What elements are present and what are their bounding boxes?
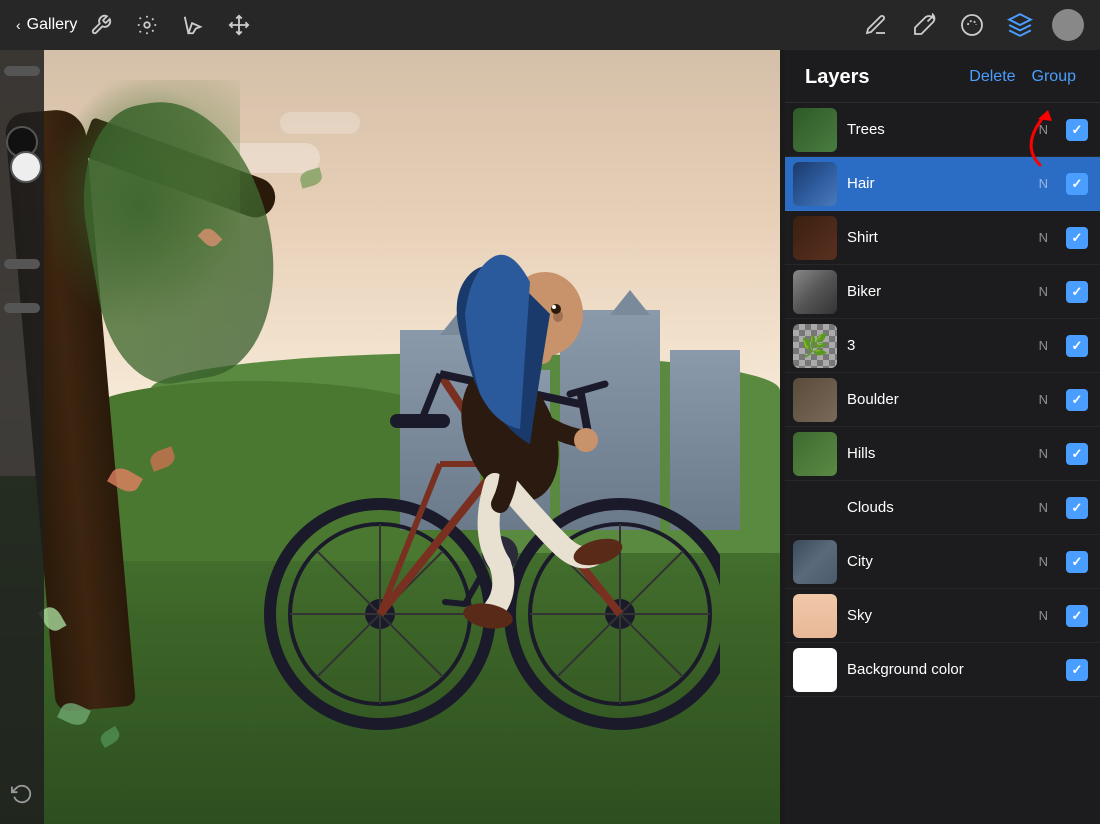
layer-thumb-three: 🌿 [793,324,837,368]
layer-name-trees: Trees [847,121,1029,138]
layer-name-hair: Hair [847,175,1029,192]
layer-row-bg[interactable]: Background color [785,643,1100,697]
layers-panel-header: Layers Delete Group [785,50,1100,103]
layer-mode-sky: N [1039,608,1048,623]
pencil-tool-button[interactable] [860,9,892,41]
layer-thumb-bg [793,648,837,692]
layer-thumb-shirt [793,216,837,260]
selection-icon[interactable] [179,11,207,39]
cloud-2 [280,112,360,134]
layer-name-biker: Biker [847,283,1029,300]
layer-thumb-biker [793,270,837,314]
layers-list: TreesNHairNShirtNBikerN🌿3NBoulderNHillsN… [785,103,1100,824]
layer-mode-three: N [1039,338,1048,353]
undo-button[interactable] [4,776,40,812]
layer-mode-biker: N [1039,284,1048,299]
layer-mode-boulder: N [1039,392,1048,407]
layer-name-city: City [847,553,1029,570]
top-toolbar: ‹ Gallery [0,0,1100,50]
layer-row-hills[interactable]: Hills N [785,427,1100,481]
topbar-right-section [860,9,1084,41]
topbar-tool-icons [87,11,253,39]
layer-mode-hills: N [1039,446,1048,461]
layer-visibility-checkbox-three[interactable] [1066,335,1088,357]
layer-mode-trees: N [1039,122,1048,137]
color-swatch-white[interactable] [10,151,42,183]
layer-mode-city: N [1039,554,1048,569]
layer-visibility-checkbox-clouds[interactable] [1066,497,1088,519]
layers-panel-button[interactable] [1004,9,1036,41]
layer-visibility-checkbox-sky[interactable] [1066,605,1088,627]
layer-name-bg: Background color [847,661,1056,678]
layer-row-sky[interactable]: Sky N [785,589,1100,643]
layer-row-three[interactable]: 🌿 3N [785,319,1100,373]
user-avatar[interactable] [1052,9,1084,41]
layer-visibility-checkbox-bg[interactable] [1066,659,1088,681]
layer-mode-shirt: N [1039,230,1048,245]
rider-group [444,255,625,632]
layer-thumb-city [793,540,837,584]
layer-thumb-hair [793,162,837,206]
layer-visibility-checkbox-trees[interactable] [1066,119,1088,141]
layer-name-boulder: Boulder [847,391,1029,408]
layer-visibility-checkbox-city[interactable] [1066,551,1088,573]
opacity-slider[interactable] [4,259,40,269]
size-slider-2[interactable] [4,303,40,313]
canvas-area: Layers Delete Group TreesNHairNShirtNBik… [0,50,1100,824]
wrench-icon[interactable] [87,11,115,39]
layer-thumb-hills [793,432,837,476]
artwork-canvas[interactable] [0,50,780,824]
layer-name-clouds: Clouds [847,499,1029,516]
layer-mode-hair: N [1039,176,1048,191]
layer-row-hair[interactable]: Hair N [785,157,1100,211]
layer-visibility-checkbox-shirt[interactable] [1066,227,1088,249]
layer-name-three: 3 [847,337,1029,354]
group-button[interactable]: Group [1024,64,1084,90]
layer-row-city[interactable]: City N [785,535,1100,589]
layer-visibility-checkbox-biker[interactable] [1066,281,1088,303]
layer-visibility-checkbox-hair[interactable] [1066,173,1088,195]
cyclist-illustration [200,174,720,774]
layer-name-shirt: Shirt [847,229,1029,246]
transform-icon[interactable] [225,11,253,39]
topbar-left-section: ‹ Gallery [16,11,253,39]
layer-mode-clouds: N [1039,500,1048,515]
gallery-button[interactable]: ‹ Gallery [16,16,77,34]
adjustments-icon[interactable] [133,11,161,39]
chevron-left-icon: ‹ [16,17,21,33]
layer-visibility-checkbox-boulder[interactable] [1066,389,1088,411]
brush-tool-button[interactable] [908,9,940,41]
layer-name-hills: Hills [847,445,1029,462]
layer-name-sky: Sky [847,607,1029,624]
layer-row-trees[interactable]: Trees N [785,103,1100,157]
layers-panel-title: Layers [805,66,961,89]
layer-row-clouds[interactable]: Clouds N [785,481,1100,535]
layer-thumb-trees [793,108,837,152]
brush-size-slider[interactable] [4,66,40,76]
delete-button[interactable]: Delete [961,64,1023,90]
gallery-label: Gallery [27,16,78,34]
layer-row-biker[interactable]: Biker N [785,265,1100,319]
layer-visibility-checkbox-hills[interactable] [1066,443,1088,465]
layer-thumb-clouds [793,486,837,530]
layer-thumb-sky [793,594,837,638]
layers-panel: Layers Delete Group TreesNHairNShirtNBik… [785,50,1100,824]
smudge-tool-button[interactable] [956,9,988,41]
layer-row-shirt[interactable]: Shirt N [785,211,1100,265]
layer-thumb-boulder [793,378,837,422]
layer-row-boulder[interactable]: Boulder N [785,373,1100,427]
left-toolbar [0,50,44,824]
